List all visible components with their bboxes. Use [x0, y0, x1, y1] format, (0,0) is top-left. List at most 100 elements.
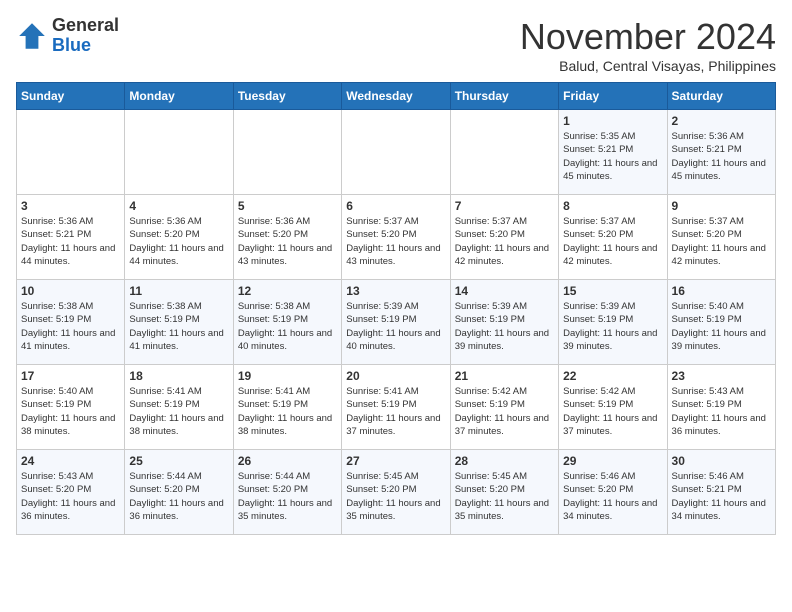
logo-blue: Blue — [52, 35, 91, 55]
day-info: Sunrise: 5:36 AMSunset: 5:21 PMDaylight:… — [21, 215, 120, 268]
calendar-cell — [125, 110, 233, 195]
header: General Blue November 2024 Balud, Centra… — [16, 16, 776, 74]
day-info: Sunrise: 5:42 AMSunset: 5:19 PMDaylight:… — [455, 385, 554, 438]
day-number: 26 — [238, 454, 337, 468]
day-info: Sunrise: 5:38 AMSunset: 5:19 PMDaylight:… — [238, 300, 337, 353]
day-info: Sunrise: 5:44 AMSunset: 5:20 PMDaylight:… — [129, 470, 228, 523]
day-number: 29 — [563, 454, 662, 468]
day-info: Sunrise: 5:43 AMSunset: 5:20 PMDaylight:… — [21, 470, 120, 523]
calendar-cell: 30Sunrise: 5:46 AMSunset: 5:21 PMDayligh… — [667, 450, 775, 535]
day-info: Sunrise: 5:43 AMSunset: 5:19 PMDaylight:… — [672, 385, 771, 438]
logo-icon — [16, 20, 48, 52]
calendar-cell — [342, 110, 450, 195]
day-number: 30 — [672, 454, 771, 468]
day-info: Sunrise: 5:35 AMSunset: 5:21 PMDaylight:… — [563, 130, 662, 183]
day-number: 9 — [672, 199, 771, 213]
calendar-week-row: 1 Sunrise: 5:35 AMSunset: 5:21 PMDaylight… — [17, 110, 776, 195]
weekday-header: Monday — [125, 83, 233, 110]
calendar-cell: 15 Sunrise: 5:39 AMSunset: 5:19 PMDayligh… — [559, 280, 667, 365]
calendar-cell: 28Sunrise: 5:45 AMSunset: 5:20 PMDayligh… — [450, 450, 558, 535]
day-number: 22 — [563, 369, 662, 383]
calendar-cell: 22 Sunrise: 5:42 AMSunset: 5:19 PMDayligh… — [559, 365, 667, 450]
weekday-header: Sunday — [17, 83, 125, 110]
day-info: Sunrise: 5:44 AMSunset: 5:20 PMDaylight:… — [238, 470, 337, 523]
calendar-table: SundayMondayTuesdayWednesdayThursdayFrid… — [16, 82, 776, 535]
calendar-cell — [17, 110, 125, 195]
day-number: 16 — [672, 284, 771, 298]
day-info: Sunrise: 5:36 AMSunset: 5:20 PMDaylight:… — [129, 215, 228, 268]
calendar-cell: 7 Sunrise: 5:37 AMSunset: 5:20 PMDaylight… — [450, 195, 558, 280]
day-info: Sunrise: 5:39 AMSunset: 5:19 PMDaylight:… — [563, 300, 662, 353]
day-info: Sunrise: 5:39 AMSunset: 5:19 PMDaylight:… — [455, 300, 554, 353]
logo-text: General Blue — [52, 16, 119, 56]
calendar-week-row: 24 Sunrise: 5:43 AMSunset: 5:20 PMDayligh… — [17, 450, 776, 535]
day-info: Sunrise: 5:41 AMSunset: 5:19 PMDaylight:… — [346, 385, 445, 438]
weekday-header: Saturday — [667, 83, 775, 110]
day-number: 11 — [129, 284, 228, 298]
calendar-week-row: 3 Sunrise: 5:36 AMSunset: 5:21 PMDaylight… — [17, 195, 776, 280]
calendar-cell: 24 Sunrise: 5:43 AMSunset: 5:20 PMDayligh… — [17, 450, 125, 535]
day-info: Sunrise: 5:37 AMSunset: 5:20 PMDaylight:… — [563, 215, 662, 268]
logo: General Blue — [16, 16, 119, 56]
calendar-cell: 27 Sunrise: 5:45 AMSunset: 5:20 PMDayligh… — [342, 450, 450, 535]
location-subtitle: Balud, Central Visayas, Philippines — [520, 58, 776, 74]
day-number: 24 — [21, 454, 120, 468]
weekday-header: Friday — [559, 83, 667, 110]
calendar-cell: 26 Sunrise: 5:44 AMSunset: 5:20 PMDayligh… — [233, 450, 341, 535]
day-info: Sunrise: 5:37 AMSunset: 5:20 PMDaylight:… — [455, 215, 554, 268]
day-number: 18 — [129, 369, 228, 383]
calendar-cell: 8 Sunrise: 5:37 AMSunset: 5:20 PMDaylight… — [559, 195, 667, 280]
calendar-cell: 12Sunrise: 5:38 AMSunset: 5:19 PMDayligh… — [233, 280, 341, 365]
day-number: 6 — [346, 199, 445, 213]
weekday-header: Tuesday — [233, 83, 341, 110]
day-number: 1 — [563, 114, 662, 128]
calendar-cell: 20Sunrise: 5:41 AMSunset: 5:19 PMDayligh… — [342, 365, 450, 450]
day-number: 3 — [21, 199, 120, 213]
calendar-cell — [450, 110, 558, 195]
day-info: Sunrise: 5:37 AMSunset: 5:20 PMDaylight:… — [346, 215, 445, 268]
calendar-week-row: 10 Sunrise: 5:38 AMSunset: 5:19 PMDayligh… — [17, 280, 776, 365]
day-number: 25 — [129, 454, 228, 468]
day-info: Sunrise: 5:40 AMSunset: 5:19 PMDaylight:… — [672, 300, 771, 353]
month-title: November 2024 — [520, 16, 776, 58]
day-number: 23 — [672, 369, 771, 383]
day-number: 17 — [21, 369, 120, 383]
day-info: Sunrise: 5:46 AMSunset: 5:20 PMDaylight:… — [563, 470, 662, 523]
calendar-cell: 14 Sunrise: 5:39 AMSunset: 5:19 PMDayligh… — [450, 280, 558, 365]
day-number: 10 — [21, 284, 120, 298]
day-info: Sunrise: 5:36 AMSunset: 5:21 PMDaylight:… — [672, 130, 771, 183]
day-info: Sunrise: 5:42 AMSunset: 5:19 PMDaylight:… — [563, 385, 662, 438]
day-number: 14 — [455, 284, 554, 298]
day-number: 15 — [563, 284, 662, 298]
calendar-cell: 5Sunrise: 5:36 AMSunset: 5:20 PMDaylight… — [233, 195, 341, 280]
calendar-cell: 19 Sunrise: 5:41 AMSunset: 5:19 PMDayligh… — [233, 365, 341, 450]
calendar-cell: 23 Sunrise: 5:43 AMSunset: 5:19 PMDayligh… — [667, 365, 775, 450]
day-number: 5 — [238, 199, 337, 213]
calendar-cell: 13 Sunrise: 5:39 AMSunset: 5:19 PMDayligh… — [342, 280, 450, 365]
calendar-cell: 11Sunrise: 5:38 AMSunset: 5:19 PMDayligh… — [125, 280, 233, 365]
day-info: Sunrise: 5:41 AMSunset: 5:19 PMDaylight:… — [129, 385, 228, 438]
calendar-cell — [233, 110, 341, 195]
calendar-cell: 10Sunrise: 5:38 AMSunset: 5:19 PMDayligh… — [17, 280, 125, 365]
title-area: November 2024 Balud, Central Visayas, Ph… — [520, 16, 776, 74]
day-info: Sunrise: 5:41 AMSunset: 5:19 PMDaylight:… — [238, 385, 337, 438]
weekday-header: Wednesday — [342, 83, 450, 110]
calendar-cell: 3 Sunrise: 5:36 AMSunset: 5:21 PMDaylight… — [17, 195, 125, 280]
day-number: 27 — [346, 454, 445, 468]
calendar-cell: 29 Sunrise: 5:46 AMSunset: 5:20 PMDayligh… — [559, 450, 667, 535]
day-info: Sunrise: 5:37 AMSunset: 5:20 PMDaylight:… — [672, 215, 771, 268]
day-info: Sunrise: 5:45 AMSunset: 5:20 PMDaylight:… — [346, 470, 445, 523]
day-number: 7 — [455, 199, 554, 213]
day-number: 8 — [563, 199, 662, 213]
calendar-cell: 16 Sunrise: 5:40 AMSunset: 5:19 PMDayligh… — [667, 280, 775, 365]
day-number: 4 — [129, 199, 228, 213]
logo-general: General — [52, 15, 119, 35]
calendar-cell: 1 Sunrise: 5:35 AMSunset: 5:21 PMDaylight… — [559, 110, 667, 195]
calendar-cell: 18 Sunrise: 5:41 AMSunset: 5:19 PMDayligh… — [125, 365, 233, 450]
calendar-cell: 9 Sunrise: 5:37 AMSunset: 5:20 PMDaylight… — [667, 195, 775, 280]
day-number: 13 — [346, 284, 445, 298]
day-info: Sunrise: 5:39 AMSunset: 5:19 PMDaylight:… — [346, 300, 445, 353]
day-number: 19 — [238, 369, 337, 383]
day-number: 21 — [455, 369, 554, 383]
day-number: 28 — [455, 454, 554, 468]
